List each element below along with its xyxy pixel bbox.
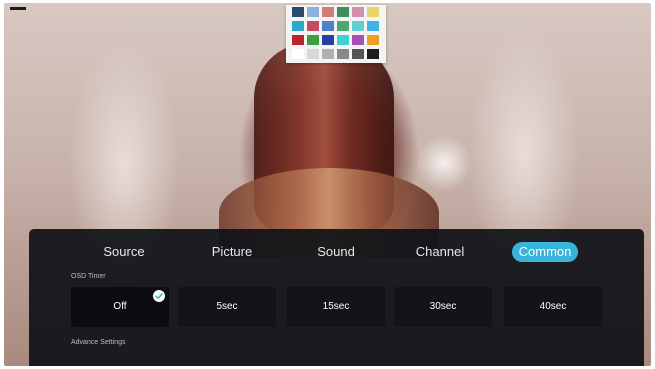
color-swatch	[307, 49, 319, 59]
color-swatch	[322, 49, 334, 59]
osd-option-5sec[interactable]: 5sec	[178, 287, 276, 327]
osd-option-15sec[interactable]: 15sec	[287, 287, 385, 327]
color-swatch	[337, 7, 349, 17]
osd-option-40sec[interactable]: 40sec	[504, 287, 602, 327]
color-swatch	[337, 49, 349, 59]
color-swatch-grid	[292, 7, 379, 59]
color-swatch	[352, 35, 364, 45]
osd-timer-label: OSD Timer	[71, 273, 106, 280]
check-icon	[153, 290, 165, 302]
color-swatch	[367, 49, 379, 59]
color-swatch	[367, 21, 379, 31]
color-swatch	[322, 21, 334, 31]
color-swatch	[307, 21, 319, 31]
color-swatch	[307, 7, 319, 17]
color-swatch	[367, 7, 379, 17]
color-swatch	[292, 49, 304, 59]
settings-menu-panel: Source Picture Sound Channel Common OSD …	[29, 229, 644, 366]
screen-corner-mark	[10, 7, 26, 10]
color-swatch	[352, 49, 364, 59]
color-test-pattern	[286, 5, 386, 63]
color-swatch	[337, 21, 349, 31]
color-swatch	[292, 35, 304, 45]
color-swatch	[337, 35, 349, 45]
osd-option-30sec[interactable]: 30sec	[394, 287, 492, 327]
tab-sound[interactable]: Sound	[291, 242, 381, 262]
color-swatch	[352, 7, 364, 17]
tv-screen-background: Source Picture Sound Channel Common OSD …	[4, 3, 651, 366]
tab-picture[interactable]: Picture	[187, 242, 277, 262]
color-swatch	[367, 35, 379, 45]
tab-channel[interactable]: Channel	[395, 242, 485, 262]
color-swatch	[322, 35, 334, 45]
tab-source[interactable]: Source	[79, 242, 169, 262]
color-swatch	[307, 35, 319, 45]
color-swatch	[352, 21, 364, 31]
tab-common[interactable]: Common	[512, 242, 578, 262]
color-swatch	[292, 21, 304, 31]
advance-settings-label[interactable]: Advance Settings	[71, 339, 125, 346]
color-swatch	[322, 7, 334, 17]
color-swatch	[292, 7, 304, 17]
